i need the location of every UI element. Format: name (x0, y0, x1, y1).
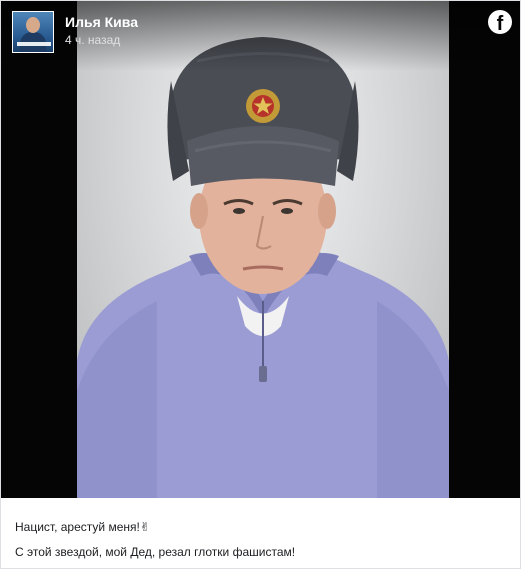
author-name[interactable]: Илья Кива (65, 14, 138, 30)
post-media[interactable]: Илья Кива 4 ч. назад f (1, 1, 520, 498)
post-header: Илья Кива 4 ч. назад f (1, 1, 520, 71)
caption-line-2: С этой звездой, мой Дед, резал глотки фа… (15, 545, 296, 559)
post-caption: Нацист, арестуй меня!✌ С этой звездой, м… (1, 498, 520, 568)
facebook-icon[interactable]: f (488, 10, 512, 34)
avatar-head-shape (26, 17, 40, 33)
caption-line-1: Нацист, арестуй меня!✌ (15, 520, 150, 534)
post-photo[interactable] (77, 1, 449, 498)
portrait-illustration (77, 37, 449, 498)
avatar[interactable] (12, 11, 54, 53)
post-timestamp[interactable]: 4 ч. назад (65, 33, 120, 47)
post-card: Илья Кива 4 ч. назад f Нацист, арестуй м… (0, 0, 521, 569)
avatar-strip (17, 42, 51, 46)
